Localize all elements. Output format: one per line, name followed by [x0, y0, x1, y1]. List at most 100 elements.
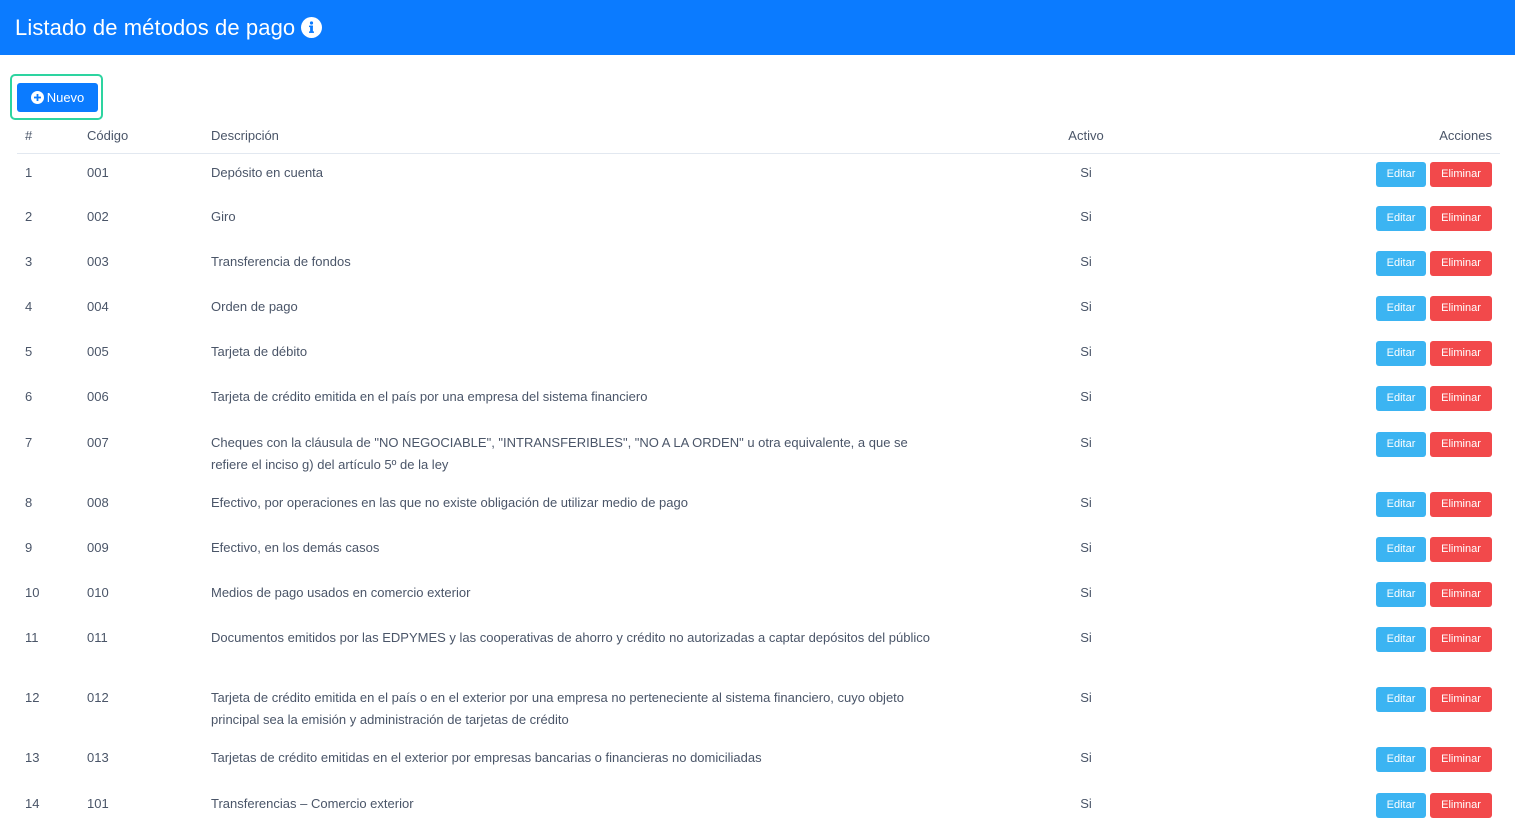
- table-row: 6 006 Tarjeta de crédito emitida en el paí…: [17, 378, 1500, 424]
- edit-button[interactable]: Editar: [1376, 432, 1426, 457]
- delete-button[interactable]: Eliminar: [1430, 687, 1492, 712]
- delete-button[interactable]: Eliminar: [1430, 492, 1492, 517]
- delete-button[interactable]: Eliminar: [1430, 161, 1492, 187]
- edit-button[interactable]: Editar: [1376, 747, 1426, 772]
- delete-button[interactable]: Eliminar: [1430, 386, 1492, 411]
- row-description: Tarjetas de crédito emitidas en el exter…: [211, 750, 762, 765]
- row-active: Si: [1080, 209, 1092, 224]
- column-header-active[interactable]: Activo: [1001, 118, 1171, 154]
- row-description: Tarjeta de crédito emitida en el país o …: [211, 690, 905, 727]
- row-description: Giro: [211, 209, 236, 224]
- row-active: Si: [1080, 796, 1092, 811]
- page-title: Listado de métodos de pago: [15, 14, 296, 40]
- row-number: 10: [25, 585, 40, 600]
- row-code: 006: [87, 389, 109, 404]
- edit-button[interactable]: Editar: [1376, 492, 1426, 517]
- new-button-label: Nuevo: [46, 90, 85, 105]
- row-number: 6: [25, 389, 33, 404]
- delete-button[interactable]: Eliminar: [1430, 627, 1492, 652]
- table-row: 1 001 Depósito en cuenta Si Editar Eliminar: [17, 153, 1500, 198]
- edit-button[interactable]: Editar: [1376, 251, 1426, 276]
- row-number: 14: [25, 796, 40, 811]
- row-description: Tarjeta de débito: [211, 344, 308, 359]
- column-header-code[interactable]: Código: [87, 118, 211, 154]
- table-row: 10 010 Medios de pago usados en comercio e…: [17, 574, 1500, 619]
- row-number: 12: [25, 690, 40, 705]
- row-code: 005: [87, 344, 109, 359]
- table-row: 8 008 Efectivo, por operaciones en las que…: [17, 484, 1500, 529]
- row-active: Si: [1080, 389, 1092, 404]
- row-actions: Editar Eliminar: [1171, 785, 1500, 829]
- row-actions: Editar Eliminar: [1171, 529, 1500, 574]
- table-row: 5 005 Tarjeta de débito Si Editar Eliminar: [17, 333, 1500, 378]
- delete-button[interactable]: Eliminar: [1430, 793, 1492, 818]
- delete-button[interactable]: Eliminar: [1430, 432, 1492, 457]
- row-actions: Editar Eliminar: [1171, 619, 1500, 679]
- row-number: 2: [25, 209, 33, 224]
- delete-button[interactable]: Eliminar: [1430, 341, 1492, 366]
- edit-button[interactable]: Editar: [1376, 627, 1426, 652]
- delete-button[interactable]: Eliminar: [1430, 537, 1492, 562]
- row-actions: Editar Eliminar: [1171, 739, 1500, 785]
- row-active: Si: [1080, 254, 1092, 269]
- delete-button[interactable]: Eliminar: [1430, 251, 1492, 276]
- row-active: Si: [1080, 299, 1092, 314]
- table-row: 12 012 Tarjeta de crédito emitida en el pa…: [17, 679, 1500, 739]
- info-circle-icon[interactable]: [301, 17, 323, 38]
- row-actions: Editar Eliminar: [1171, 679, 1500, 739]
- row-actions: Editar Eliminar: [1171, 424, 1500, 484]
- row-code: 013: [87, 750, 109, 765]
- edit-button[interactable]: Editar: [1376, 206, 1426, 231]
- table-row: 4 004 Orden de pago Si Editar Eliminar: [17, 288, 1500, 333]
- row-active: Si: [1080, 495, 1092, 510]
- row-number: 5: [25, 344, 33, 359]
- edit-button[interactable]: Editar: [1376, 687, 1426, 712]
- row-code: 009: [87, 540, 109, 555]
- table-row: 3 003 Transferencia de fondos Si Editar Elimi…: [17, 243, 1500, 288]
- row-description: Transferencia de fondos: [211, 254, 351, 269]
- delete-button[interactable]: Eliminar: [1430, 747, 1492, 772]
- row-actions: Editar Eliminar: [1171, 333, 1500, 378]
- plus-circle-icon: [30, 91, 44, 104]
- row-actions: Editar Eliminar: [1171, 378, 1500, 424]
- row-code: 101: [87, 796, 109, 811]
- row-active: Si: [1080, 540, 1092, 555]
- row-number: 3: [25, 254, 33, 269]
- row-number: 1: [25, 164, 33, 180]
- row-description: Depósito en cuenta: [211, 164, 324, 180]
- row-actions: Editar Eliminar: [1171, 153, 1500, 198]
- row-active: Si: [1080, 690, 1092, 705]
- row-code: 012: [87, 690, 109, 705]
- new-button[interactable]: Nuevo: [17, 83, 98, 112]
- row-description: Efectivo, en los demás casos: [211, 540, 380, 555]
- page-header: Listado de métodos de pago: [0, 0, 1515, 55]
- edit-button[interactable]: Editar: [1376, 582, 1426, 607]
- row-active: Si: [1080, 585, 1092, 600]
- row-number: 9: [25, 540, 33, 555]
- table-row: 7 007 Cheques con la cláusula de "NO NEGOC…: [17, 424, 1500, 484]
- row-active: Si: [1080, 164, 1092, 180]
- row-code: 011: [87, 630, 108, 645]
- row-number: 13: [25, 750, 40, 765]
- row-code: 002: [87, 209, 109, 224]
- column-header-description[interactable]: Descripción: [211, 118, 1001, 154]
- edit-button[interactable]: Editar: [1376, 386, 1426, 411]
- column-header-actions: Acciones: [1171, 118, 1500, 154]
- edit-button[interactable]: Editar: [1376, 537, 1426, 562]
- column-header-number[interactable]: #: [17, 118, 87, 154]
- edit-button[interactable]: Editar: [1376, 793, 1426, 818]
- row-actions: Editar Eliminar: [1171, 243, 1500, 288]
- row-actions: Editar Eliminar: [1171, 198, 1500, 243]
- delete-button[interactable]: Eliminar: [1430, 206, 1492, 231]
- row-code: 003: [87, 254, 109, 269]
- row-description: Orden de pago: [211, 299, 298, 314]
- row-code: 001: [87, 164, 109, 180]
- edit-button[interactable]: Editar: [1376, 161, 1426, 187]
- row-description: Documentos emitidos por las EDPYMES y la…: [211, 630, 930, 645]
- edit-button[interactable]: Editar: [1376, 341, 1426, 366]
- edit-button[interactable]: Editar: [1376, 296, 1426, 321]
- delete-button[interactable]: Eliminar: [1430, 582, 1492, 607]
- row-active: Si: [1080, 630, 1092, 645]
- delete-button[interactable]: Eliminar: [1430, 296, 1492, 321]
- row-active: Si: [1080, 344, 1092, 359]
